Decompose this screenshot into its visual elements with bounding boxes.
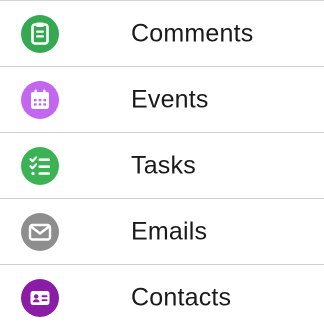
list-item-label: Emails [131, 217, 208, 245]
list-item-comments[interactable]: Comments [0, 1, 324, 67]
list-item-label: Tasks [131, 151, 196, 179]
calendar-icon [21, 80, 59, 119]
list-item-label: Comments [131, 19, 254, 47]
envelope-icon [21, 212, 59, 251]
activity-type-list: Comments Events Tasks Emails Contacts [0, 0, 324, 334]
list-item-contacts[interactable]: Contacts [0, 265, 324, 331]
clipboard-icon [21, 14, 59, 53]
list-item-label: Events [131, 85, 209, 113]
checklist-icon [21, 146, 59, 185]
list-item-events[interactable]: Events [0, 67, 324, 133]
contact-card-icon [21, 279, 59, 317]
list-item-label: Contacts [131, 283, 232, 312]
list-item-tasks[interactable]: Tasks [0, 133, 324, 199]
list-item-emails[interactable]: Emails [0, 199, 324, 265]
